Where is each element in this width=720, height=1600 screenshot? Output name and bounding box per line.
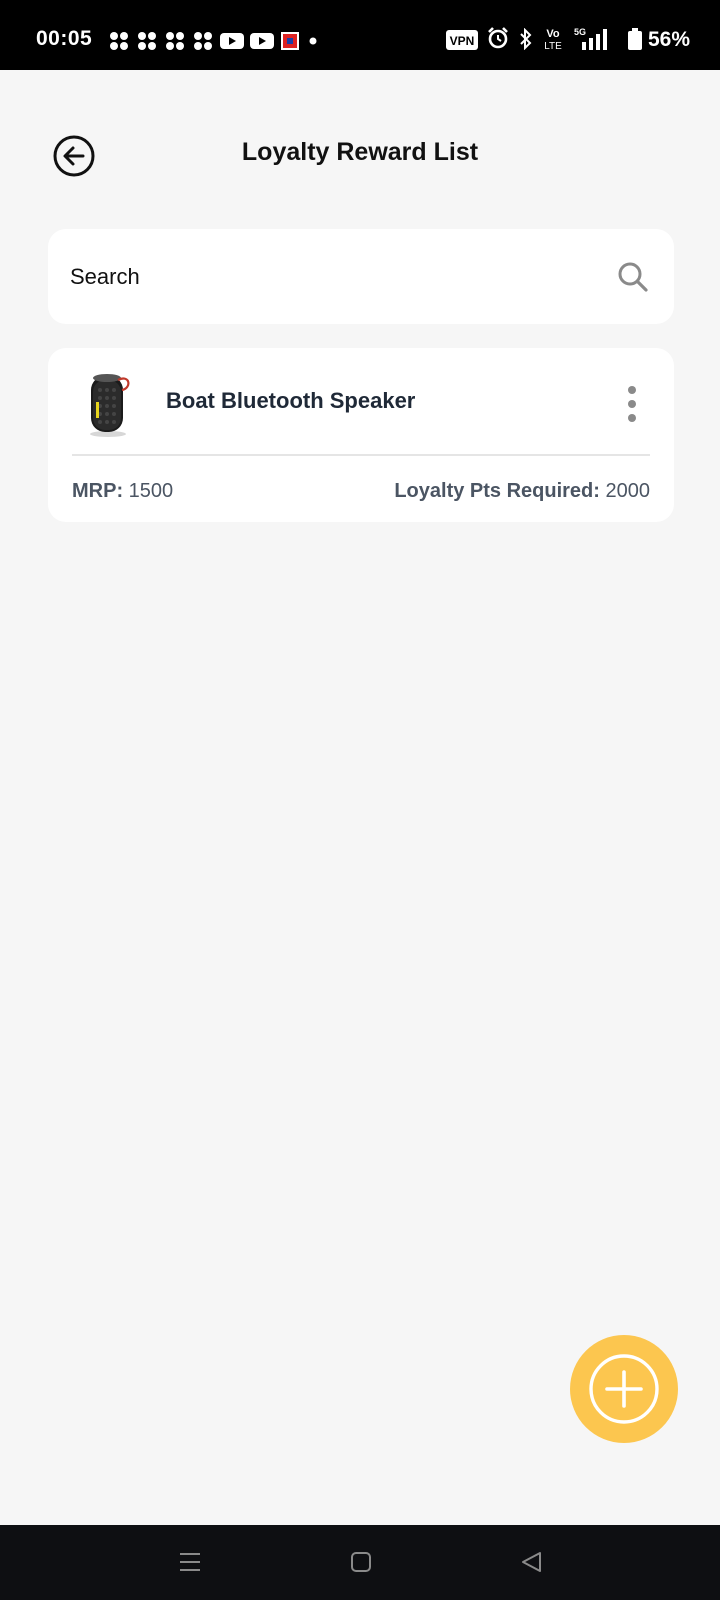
recent-apps-icon[interactable] [178,1547,202,1577]
more-options-button[interactable] [620,384,644,424]
app-badge-icon [281,32,299,50]
youtube-icon [250,33,274,49]
bluetooth-icon [520,28,532,50]
system-nav-bar [0,1525,720,1600]
vpn-icon: VPN [446,30,478,50]
card-divider [72,454,650,456]
product-name: Boat Bluetooth Speaker [166,388,416,413]
mrp-label: MRP: [72,480,124,502]
points-info: Loyalty Pts Required: 2000 [394,480,650,503]
page-header: Loyalty Reward List [0,70,720,220]
system-icons: VPN Vo LTE 5G 56% [420,26,720,52]
search-box [48,229,674,324]
alarm-icon [488,27,508,49]
app-notification-icon [194,32,212,50]
page-title: Loyalty Reward List [241,138,479,166]
home-icon[interactable] [350,1547,372,1577]
points-label: Loyalty Pts Required: [394,480,600,502]
svg-text:VPN: VPN [450,34,475,48]
volte-icon: Vo LTE [544,28,562,52]
back-nav-icon[interactable] [520,1547,544,1577]
app-notification-icon [138,32,156,50]
mrp-value: 1500 [128,480,174,502]
status-time: 00:05 [36,27,93,50]
youtube-icon [220,33,244,49]
app-notification-icon [110,32,128,50]
plus-circle-icon [589,1354,659,1424]
more-vertical-icon [628,386,636,422]
svg-text:Vo: Vo [546,28,560,40]
mrp-info: MRP: 1500 [72,480,173,503]
more-notifications-dot-icon [309,37,317,45]
svg-text:LTE: LTE [544,41,562,52]
points-value: 2000 [605,480,651,502]
notification-icons [108,30,320,52]
battery-icon [628,28,642,50]
add-reward-button[interactable] [570,1335,678,1443]
svg-text:5G: 5G [574,27,586,37]
app-notification-icon [166,32,184,50]
speaker-image [78,366,142,438]
status-bar: 00:05 VPN Vo LTE 5G 56% [0,0,720,70]
reward-card[interactable]: Boat Bluetooth Speaker MRP: 1500 Loyalty… [48,348,674,522]
search-input[interactable] [70,229,590,324]
search-icon[interactable] [616,260,650,294]
battery-percent: 56% [648,28,691,51]
signal-5g-icon: 5G [574,27,607,50]
